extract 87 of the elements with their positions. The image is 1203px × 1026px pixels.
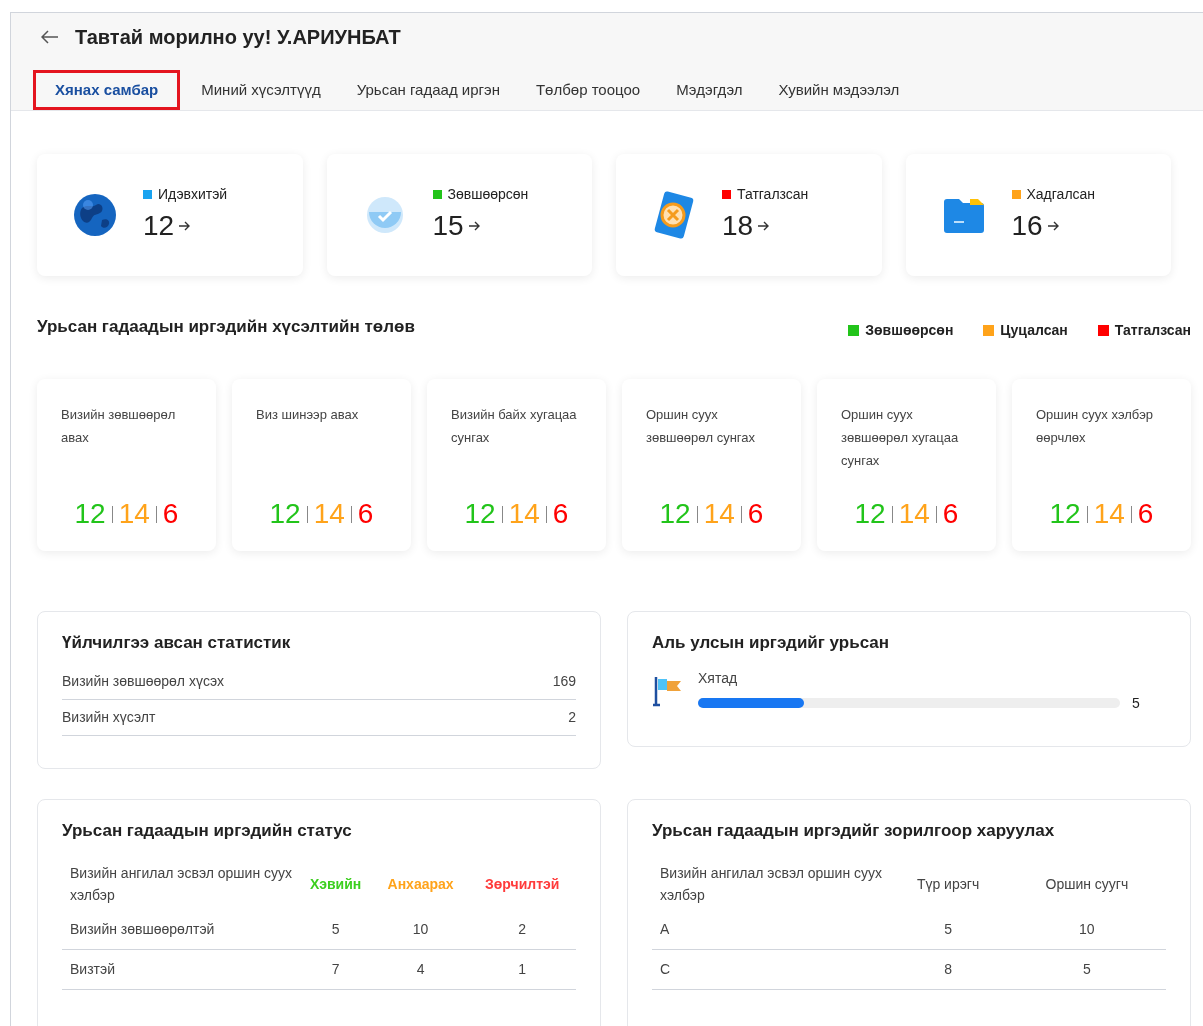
tab[interactable]: Хувийн мэдээлэл xyxy=(763,70,915,110)
stat-label: Визийн зөвшөөрөл хүсэх xyxy=(62,671,225,691)
card-label: Хадгалсан xyxy=(1026,184,1096,204)
country-count: 5 xyxy=(1132,693,1140,713)
table-cell: 5 xyxy=(298,909,373,949)
status-card-title: Оршин суух зөвшөөрөл хугацаа сунгах xyxy=(841,406,960,470)
card-count: 12 xyxy=(143,208,175,243)
country-name: Хятад xyxy=(698,668,739,688)
column-header: Анхаарах xyxy=(386,874,455,894)
summary-card[interactable]: Хадгалсан 16 xyxy=(905,154,1171,276)
legend-label: Зөвшөөрсөн xyxy=(865,321,954,340)
card-count: 16 xyxy=(1011,208,1043,243)
status-count: 12 xyxy=(74,497,106,531)
table-cell: 5 xyxy=(888,909,1008,949)
status-count: 12 xyxy=(659,497,691,531)
summary-card[interactable]: Идэвхитэй 12 xyxy=(37,154,303,276)
card-label: Зөвшөөрсөн xyxy=(447,184,529,204)
tab[interactable]: Урьсан гадаад иргэн xyxy=(341,70,515,110)
folder-icon xyxy=(941,196,986,234)
column-header: Зөрчилтэй xyxy=(484,874,561,894)
table-cell: 10 xyxy=(1007,909,1166,949)
column-header: Визийн ангилал эсвэл оршин суух хэлбэр xyxy=(69,863,294,905)
status-count: 12 xyxy=(1049,497,1081,531)
status-count: 6 xyxy=(747,497,764,531)
status-count: 6 xyxy=(552,497,569,531)
status-count: 12 xyxy=(854,497,886,531)
flag-icon xyxy=(652,674,684,707)
column-header: Визийн ангилал эсвэл оршин суух хэлбэр xyxy=(659,863,884,905)
table-cell: A xyxy=(652,909,889,949)
status-card-title: Оршин суух хэлбэр өөрчлөх xyxy=(1036,406,1155,447)
card-label: Татгалзсан xyxy=(737,184,809,204)
tab[interactable]: Хянах самбар xyxy=(33,70,181,110)
status-count: 14 xyxy=(508,497,540,531)
section-title: Урьсан гадаадын иргэдийн хүсэлтийн төлөв xyxy=(37,316,415,338)
table-cell: Визийн зөвшөөрөлтэй xyxy=(62,909,299,949)
tab[interactable]: Мэдэгдэл xyxy=(661,70,758,110)
status-count: 6 xyxy=(1137,497,1154,531)
status-count: 12 xyxy=(269,497,301,531)
status-count: 14 xyxy=(1093,497,1125,531)
stat-value: 169 xyxy=(552,671,576,691)
summary-card[interactable]: Татгалзсан 18 xyxy=(616,154,882,276)
table-cell: 2 xyxy=(468,909,576,949)
panel-title: Урьсан гадаадын иргэдийг зорилгоор харуулах xyxy=(652,820,1056,842)
card-label: Идэвхитэй xyxy=(158,184,228,204)
table-cell: 10 xyxy=(372,909,469,949)
column-header: Түр ирэгч xyxy=(915,874,981,894)
status-count: 14 xyxy=(703,497,735,531)
table-cell: 1 xyxy=(468,949,576,989)
card-count: 15 xyxy=(432,208,464,243)
status-count: 12 xyxy=(464,497,496,531)
legend-label: Татгалзсан xyxy=(1114,321,1191,340)
status-count: 6 xyxy=(942,497,959,531)
arrow-right-icon[interactable] xyxy=(1046,220,1059,231)
globe-icon xyxy=(72,192,118,238)
tab[interactable]: Миний хүсэлтүүд xyxy=(186,70,336,110)
summary-card[interactable]: Зөвшөөрсөн 15 xyxy=(326,154,592,276)
status-count: 6 xyxy=(357,497,374,531)
status-count: 14 xyxy=(118,497,150,531)
status-count: 14 xyxy=(313,497,345,531)
column-header: Оршин суугч xyxy=(1044,874,1130,894)
status-card-title: Оршин суух зөвшөөрөл сунгах xyxy=(646,406,756,447)
arrow-right-icon[interactable] xyxy=(467,220,480,231)
page-title: Тавтай морилно уу! У.АРИУНБАТ xyxy=(75,25,401,50)
table-cell: C xyxy=(652,949,889,989)
panel-title: Аль улсын иргэдийг урьсан xyxy=(652,632,891,654)
status-card-title: Виз шинээр авах xyxy=(256,406,360,424)
table-cell: 7 xyxy=(298,949,373,989)
panel-title: Урьсан гадаадын иргэдийн статус xyxy=(62,820,353,842)
status-card-title: Визийн зөвшөөрөл авах xyxy=(61,406,177,447)
legend-label: Цуцалсан xyxy=(1000,321,1068,340)
status-count: 6 xyxy=(162,497,179,531)
arrow-right-icon[interactable] xyxy=(178,220,191,231)
table-cell: 4 xyxy=(372,949,469,989)
status-card-title: Визийн байх хугацаа сунгах xyxy=(451,406,578,447)
check-icon xyxy=(364,195,405,235)
status-count: 14 xyxy=(898,497,930,531)
stat-value: 2 xyxy=(568,707,576,727)
back-arrow-icon[interactable] xyxy=(41,30,59,44)
column-header: Хэвийн xyxy=(308,874,363,894)
panel-title: Үйлчилгээ авсан статистик xyxy=(62,632,292,654)
card-count: 18 xyxy=(722,208,754,243)
table-cell: 8 xyxy=(888,949,1008,989)
tab[interactable]: Төлбөр тооцоо xyxy=(520,70,656,110)
arrow-right-icon[interactable] xyxy=(757,220,770,231)
table-cell: 5 xyxy=(1007,949,1166,989)
stat-label: Визийн хүсэлт xyxy=(62,707,156,727)
table-cell: Визтэй xyxy=(62,949,299,989)
